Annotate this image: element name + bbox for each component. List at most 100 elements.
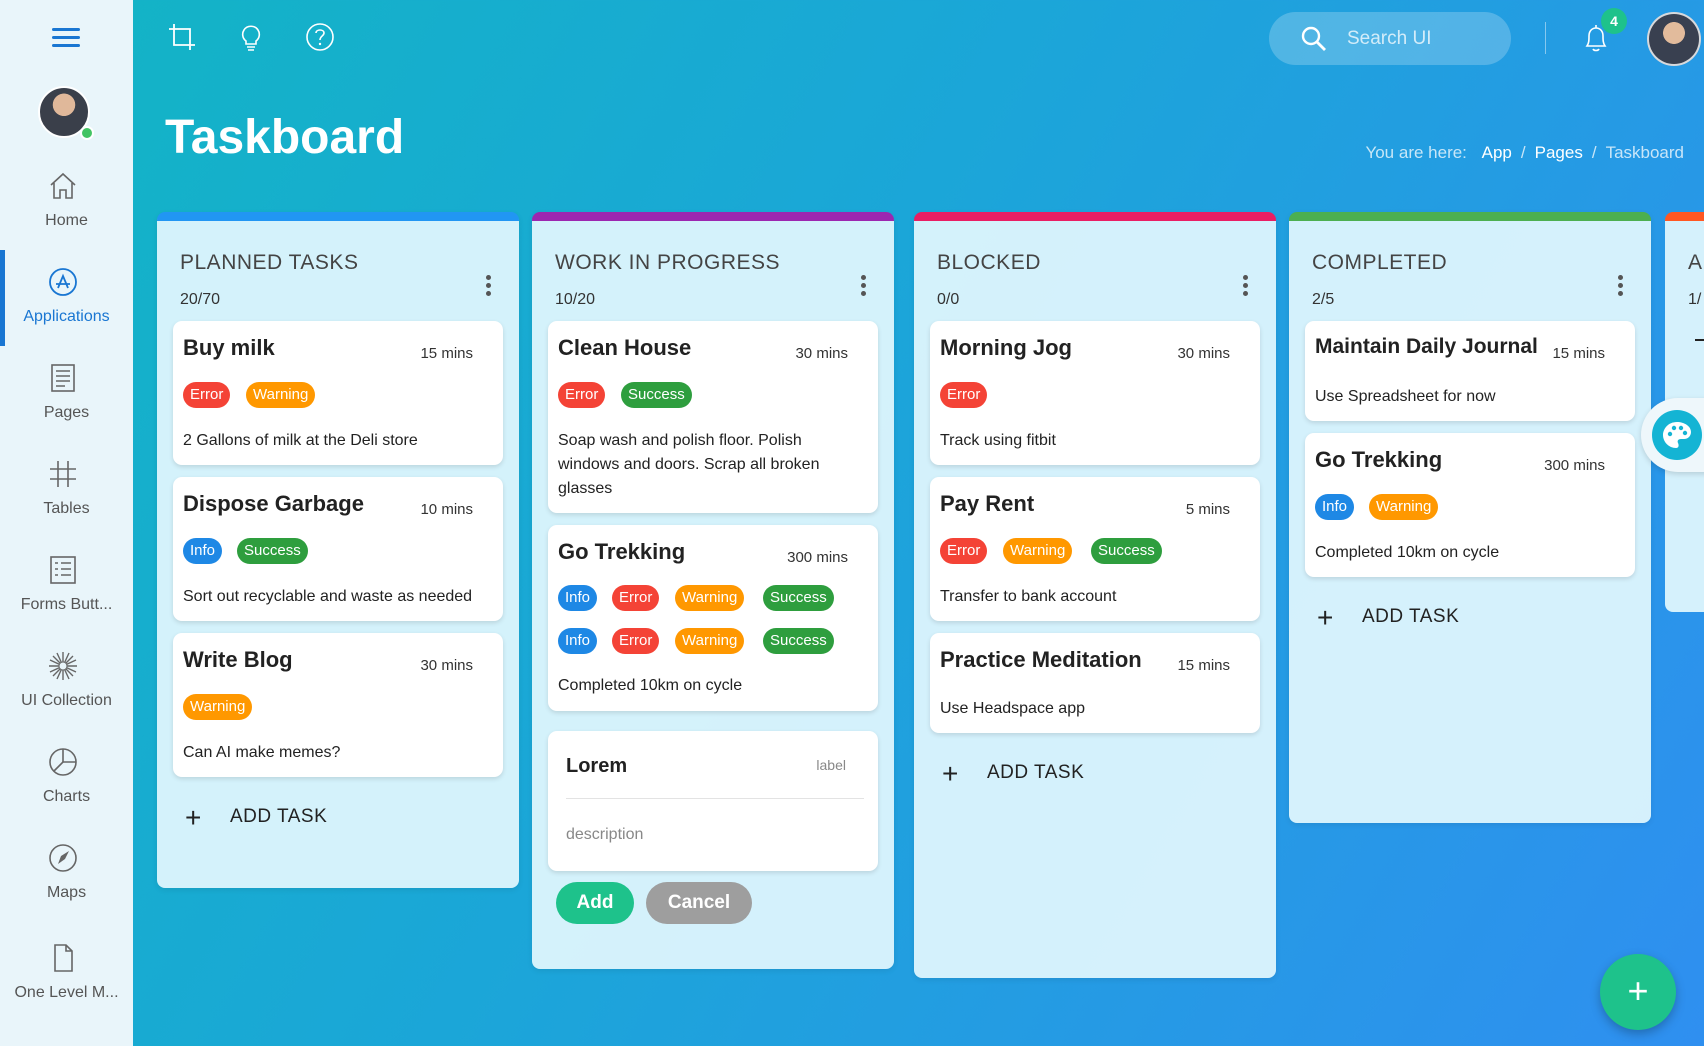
pages-icon bbox=[51, 364, 75, 392]
breadcrumb-app[interactable]: App bbox=[1482, 143, 1512, 162]
task-description: Completed 10km on cycle bbox=[1315, 544, 1500, 561]
sidebar-item-applications[interactable]: Applications bbox=[0, 250, 133, 362]
new-task-title-input[interactable] bbox=[566, 751, 796, 781]
task-title: Maintain Daily Journal bbox=[1315, 335, 1538, 358]
sidebar-item-label: Tables bbox=[43, 500, 90, 517]
new-task-form: label bbox=[548, 731, 878, 871]
task-description: 2 Gallons of milk at the Deli store bbox=[183, 432, 418, 449]
sidebar: Home Applications Pages Tables Forms But… bbox=[0, 0, 133, 1046]
floating-add-button[interactable]: + bbox=[1600, 954, 1676, 1030]
column-title: BLOCKED bbox=[937, 251, 1041, 274]
column-blocked: BLOCKED 0/0 Morning Jog 30 mins Error Tr… bbox=[914, 212, 1276, 978]
task-title: Morning Jog bbox=[940, 335, 1072, 360]
sidebar-item-charts[interactable]: Charts bbox=[0, 746, 133, 842]
column-work-in-progress: WORK IN PROGRESS 10/20 Clean House 30 mi… bbox=[532, 212, 894, 969]
task-duration: 30 mins bbox=[420, 657, 473, 674]
add-task-button[interactable]: + ADD TASK bbox=[942, 759, 1142, 789]
sidebar-item-one-level-menu[interactable]: One Level M... bbox=[0, 942, 133, 1038]
task-card[interactable]: Write Blog 30 mins Warning Can AI make m… bbox=[173, 633, 503, 777]
add-task-button[interactable]: + ADD TASK bbox=[1317, 603, 1517, 633]
cancel-button[interactable]: Cancel bbox=[646, 882, 752, 924]
task-title: Clean House bbox=[558, 335, 692, 360]
app-store-icon bbox=[49, 268, 77, 296]
sidebar-item-tables[interactable]: Tables bbox=[0, 458, 133, 554]
task-card[interactable]: Go Trekking 300 mins Info Warning Comple… bbox=[1305, 433, 1635, 577]
task-title: Dispose Garbage bbox=[183, 491, 364, 516]
warning-badge: Warning bbox=[183, 694, 253, 720]
sidebar-item-ui-collection[interactable]: UI Collection bbox=[0, 650, 133, 746]
topbar-divider bbox=[1545, 22, 1546, 54]
lightbulb-icon[interactable] bbox=[236, 22, 266, 52]
task-duration: 15 mins bbox=[1177, 657, 1230, 674]
add-task-button[interactable]: + ADD TASK bbox=[185, 803, 385, 833]
warning-badge: Warning bbox=[675, 628, 745, 654]
plus-icon: + bbox=[942, 758, 959, 789]
task-duration: 30 mins bbox=[1177, 345, 1230, 362]
sidebar-item-label: Charts bbox=[42, 788, 91, 805]
column-title: A bbox=[1688, 251, 1703, 274]
task-description: Sort out recyclable and waste as needed bbox=[183, 588, 473, 605]
add-task-label: ADD TASK bbox=[987, 762, 1085, 783]
task-title: Practice Meditation bbox=[940, 647, 1142, 672]
task-description: Completed 10km on cycle bbox=[558, 677, 743, 694]
task-title: Go Trekking bbox=[558, 539, 686, 564]
info-badge: Info bbox=[183, 538, 223, 564]
help-icon[interactable] bbox=[305, 22, 335, 52]
task-card[interactable]: Buy milk 15 mins Error Warning 2 Gallons… bbox=[173, 321, 503, 465]
sidebar-item-home[interactable]: Home bbox=[0, 170, 133, 266]
flower-icon bbox=[49, 652, 77, 680]
task-card[interactable]: Dispose Garbage 10 mins Info Success Sor… bbox=[173, 477, 503, 621]
search-bar[interactable] bbox=[1269, 12, 1511, 65]
hamburger-menu-icon[interactable] bbox=[52, 28, 80, 50]
task-card[interactable]: Clean House 30 mins Error Success Soap w… bbox=[548, 321, 878, 513]
task-description: Soap wash and polish floor. Polish windo… bbox=[558, 432, 820, 497]
success-badge: Success bbox=[763, 628, 834, 654]
error-badge: Error bbox=[940, 538, 988, 564]
online-status-dot bbox=[80, 126, 94, 140]
task-card[interactable]: Go Trekking 300 mins Info Error Warning … bbox=[548, 525, 878, 711]
sidebar-item-forms[interactable]: Forms Butt... bbox=[0, 554, 133, 650]
column-completed: COMPLETED 2/5 Maintain Daily Journal 15 … bbox=[1289, 212, 1651, 823]
warning-badge: Warning bbox=[246, 382, 316, 408]
search-icon bbox=[1301, 26, 1326, 51]
column-count: 0/0 bbox=[937, 291, 960, 308]
task-card[interactable]: Practice Meditation 15 mins Use Headspac… bbox=[930, 633, 1260, 733]
breadcrumb-pages[interactable]: Pages bbox=[1535, 143, 1583, 162]
more-options-icon[interactable] bbox=[483, 275, 493, 299]
more-options-icon[interactable] bbox=[1240, 275, 1250, 299]
task-duration: 10 mins bbox=[420, 501, 473, 518]
palette-icon bbox=[1652, 410, 1702, 460]
task-card[interactable]: Maintain Daily Journal 15 mins Use Sprea… bbox=[1305, 321, 1635, 421]
form-icon bbox=[50, 556, 76, 584]
task-card[interactable]: Morning Jog 30 mins Error Track using fi… bbox=[930, 321, 1260, 465]
sidebar-item-label: One Level M... bbox=[14, 984, 119, 1001]
more-options-icon[interactable] bbox=[1615, 275, 1625, 299]
info-badge: Info bbox=[558, 628, 598, 654]
breadcrumb-prefix: You are here: bbox=[1365, 143, 1467, 162]
plus-icon: + bbox=[185, 802, 202, 833]
success-badge: Success bbox=[621, 382, 692, 408]
more-options-icon[interactable] bbox=[858, 275, 868, 299]
user-avatar[interactable] bbox=[1647, 12, 1701, 66]
sidebar-item-label: Maps bbox=[46, 884, 87, 901]
task-title: Pay Rent bbox=[940, 491, 1035, 516]
success-badge: Success bbox=[237, 538, 308, 564]
task-title: Go Trekking bbox=[1315, 447, 1443, 472]
sidebar-item-maps[interactable]: Maps bbox=[0, 842, 133, 938]
search-input[interactable] bbox=[1347, 24, 1497, 54]
error-badge: Error bbox=[558, 382, 606, 408]
sidebar-item-label: Home bbox=[45, 212, 88, 229]
error-badge: Error bbox=[612, 628, 660, 654]
error-badge: Error bbox=[940, 382, 988, 408]
new-task-description-input[interactable] bbox=[566, 821, 856, 849]
info-badge: Info bbox=[1315, 494, 1355, 520]
task-description: Use Spreadsheet for now bbox=[1315, 388, 1496, 405]
add-button[interactable]: Add bbox=[556, 882, 634, 924]
form-divider bbox=[566, 798, 864, 799]
task-duration: 15 mins bbox=[420, 345, 473, 362]
task-card[interactable]: Pay Rent 5 mins Error Warning Success Tr… bbox=[930, 477, 1260, 621]
sidebar-item-pages[interactable]: Pages bbox=[0, 362, 133, 458]
breadcrumb-current: Taskboard bbox=[1605, 143, 1684, 162]
page-title: Taskboard bbox=[165, 111, 405, 164]
crop-icon[interactable] bbox=[167, 22, 197, 52]
